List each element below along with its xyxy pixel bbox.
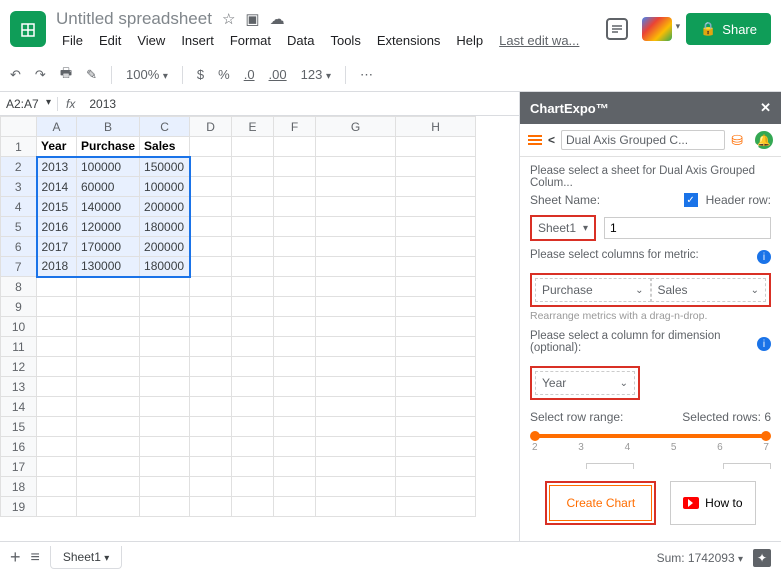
dimension-label: Please select a column for dimension (op… — [530, 330, 749, 354]
sheet-tab[interactable]: Sheet1 ▾ — [50, 546, 122, 569]
menu-tools[interactable]: Tools — [324, 31, 366, 50]
menu-help[interactable]: Help — [450, 31, 489, 50]
metric1-select[interactable]: Purchase⌄ — [535, 278, 651, 302]
cell[interactable]: Sales — [140, 137, 190, 157]
howto-button[interactable]: How to — [670, 481, 755, 525]
col-header-G[interactable]: G — [316, 117, 396, 137]
star-icon[interactable]: ☆ — [222, 10, 235, 28]
dec-increase[interactable]: .00 — [269, 67, 287, 82]
info-icon[interactable]: i — [757, 337, 771, 351]
cell[interactable]: Purchase — [77, 137, 140, 157]
all-sheets-button[interactable]: ≡ — [31, 549, 40, 567]
cell[interactable]: 2016 — [37, 217, 77, 237]
menu-icon[interactable] — [528, 133, 542, 147]
cell[interactable]: 140000 — [77, 197, 140, 217]
formula-input[interactable]: 2013 — [83, 97, 122, 111]
col-header-C[interactable]: C — [140, 117, 190, 137]
cell[interactable]: 180000 — [140, 257, 190, 277]
chartexpo-panel: ChartExpo™ ✕ < Dual Axis Grouped C... ⛁ … — [519, 92, 781, 541]
metric2-select[interactable]: Sales⌄ — [651, 278, 767, 302]
cell[interactable]: 200000 — [140, 197, 190, 217]
create-chart-button[interactable]: Create Chart — [549, 485, 652, 521]
back-icon[interactable]: < — [548, 133, 555, 147]
cell[interactable]: 100000 — [77, 157, 140, 177]
metrics-container: Purchase⌄ Sales⌄ — [530, 273, 771, 307]
name-box[interactable]: A2:A7 ▾ — [0, 97, 58, 111]
range-label: Select row range: — [530, 410, 623, 424]
col-header-D[interactable]: D — [190, 117, 232, 137]
menu-data[interactable]: Data — [281, 31, 320, 50]
cell[interactable]: 60000 — [77, 177, 140, 197]
menu-insert[interactable]: Insert — [175, 31, 220, 50]
share-button[interactable]: 🔒 Share — [686, 13, 771, 45]
menu-edit[interactable]: Edit — [93, 31, 127, 50]
fx-label: fx — [58, 97, 83, 111]
more-toolbar[interactable]: ⋯ — [360, 67, 373, 83]
zoom-select[interactable]: 100% ▾ — [126, 67, 168, 82]
dimension-select[interactable]: Year⌄ — [535, 371, 635, 395]
col-header-A[interactable]: A — [37, 117, 77, 137]
last-edit[interactable]: Last edit wa... — [493, 31, 585, 50]
redo-icon[interactable]: ↷ — [35, 67, 46, 83]
menu-file[interactable]: File — [56, 31, 89, 50]
youtube-icon — [683, 497, 699, 509]
rearrange-hint: Rearrange metrics with a drag-n-drop. — [530, 310, 771, 322]
col-header-H[interactable]: H — [396, 117, 476, 137]
doc-title[interactable]: Untitled spreadsheet — [56, 9, 212, 29]
database-icon[interactable]: ⛁ — [731, 132, 743, 149]
close-icon[interactable]: ✕ — [760, 100, 771, 116]
sheetname-label: Sheet Name: — [530, 193, 676, 207]
add-sheet-button[interactable]: + — [10, 547, 21, 568]
slider-ticks: 234567 — [530, 442, 771, 453]
menu-format[interactable]: Format — [224, 31, 277, 50]
intro-text: Please select a sheet for Dual Axis Grou… — [530, 165, 771, 189]
cell[interactable]: 2015 — [37, 197, 77, 217]
percent-btn[interactable]: % — [218, 67, 230, 82]
cell[interactable]: 120000 — [77, 217, 140, 237]
spreadsheet-grid[interactable]: A B C D E F G H 1 Year Purchase Sales 2 … — [0, 116, 476, 517]
cell[interactable]: 2013 — [37, 157, 77, 177]
panel-title: ChartExpo™ — [530, 101, 609, 116]
toolbar: ↶ ↷ 🖶 ✎ 100% ▾ $ % .0 .00 123 ▾ ⋯ — [0, 58, 781, 92]
print-icon[interactable]: 🖶 — [60, 64, 72, 86]
cell[interactable]: 2017 — [37, 237, 77, 257]
cloud-icon[interactable]: ☁ — [270, 10, 285, 28]
numfmt-btn[interactable]: 123 ▾ — [301, 67, 331, 82]
col-header-E[interactable]: E — [232, 117, 274, 137]
menubar: File Edit View Insert Format Data Tools … — [56, 31, 606, 50]
meet-icon[interactable] — [642, 17, 672, 41]
cell[interactable]: 180000 — [140, 217, 190, 237]
cell[interactable]: 2018 — [37, 257, 77, 277]
cell[interactable]: 100000 — [140, 177, 190, 197]
metrics-label: Please select columns for metric: — [530, 249, 749, 261]
cell[interactable]: 150000 — [140, 157, 190, 177]
dec-decrease[interactable]: .0 — [244, 67, 255, 82]
move-icon[interactable]: ▣ — [245, 10, 259, 28]
cell[interactable]: Year — [37, 137, 77, 157]
headerrow-checkbox[interactable]: ✓ — [684, 193, 698, 207]
menu-extensions[interactable]: Extensions — [371, 31, 447, 50]
cell[interactable]: 170000 — [77, 237, 140, 257]
row-range-slider[interactable] — [534, 434, 767, 438]
info-icon[interactable]: i — [757, 250, 771, 264]
explore-icon[interactable]: ✦ — [753, 549, 771, 567]
paint-icon[interactable]: ✎ — [86, 67, 97, 83]
cell[interactable]: 200000 — [140, 237, 190, 257]
cell[interactable]: 2014 — [37, 177, 77, 197]
selected-rows: Selected rows: 6 — [682, 410, 771, 424]
cell[interactable]: 130000 — [77, 257, 140, 277]
sheets-logo[interactable] — [10, 11, 46, 47]
headerrow-label: Header row: — [706, 193, 771, 207]
sheet-select[interactable]: Sheet1▾ — [530, 215, 596, 241]
chart-type-name[interactable]: Dual Axis Grouped C... — [561, 130, 725, 150]
headerrow-input[interactable] — [604, 217, 771, 239]
undo-icon[interactable]: ↶ — [10, 67, 21, 83]
menu-view[interactable]: View — [131, 31, 171, 50]
col-header-B[interactable]: B — [77, 117, 140, 137]
lock-icon: 🔒 — [700, 21, 716, 37]
sum-display[interactable]: Sum: 1742093 ▾ — [657, 551, 743, 565]
col-header-F[interactable]: F — [274, 117, 316, 137]
currency-btn[interactable]: $ — [197, 67, 204, 82]
comments-icon[interactable] — [606, 18, 628, 40]
